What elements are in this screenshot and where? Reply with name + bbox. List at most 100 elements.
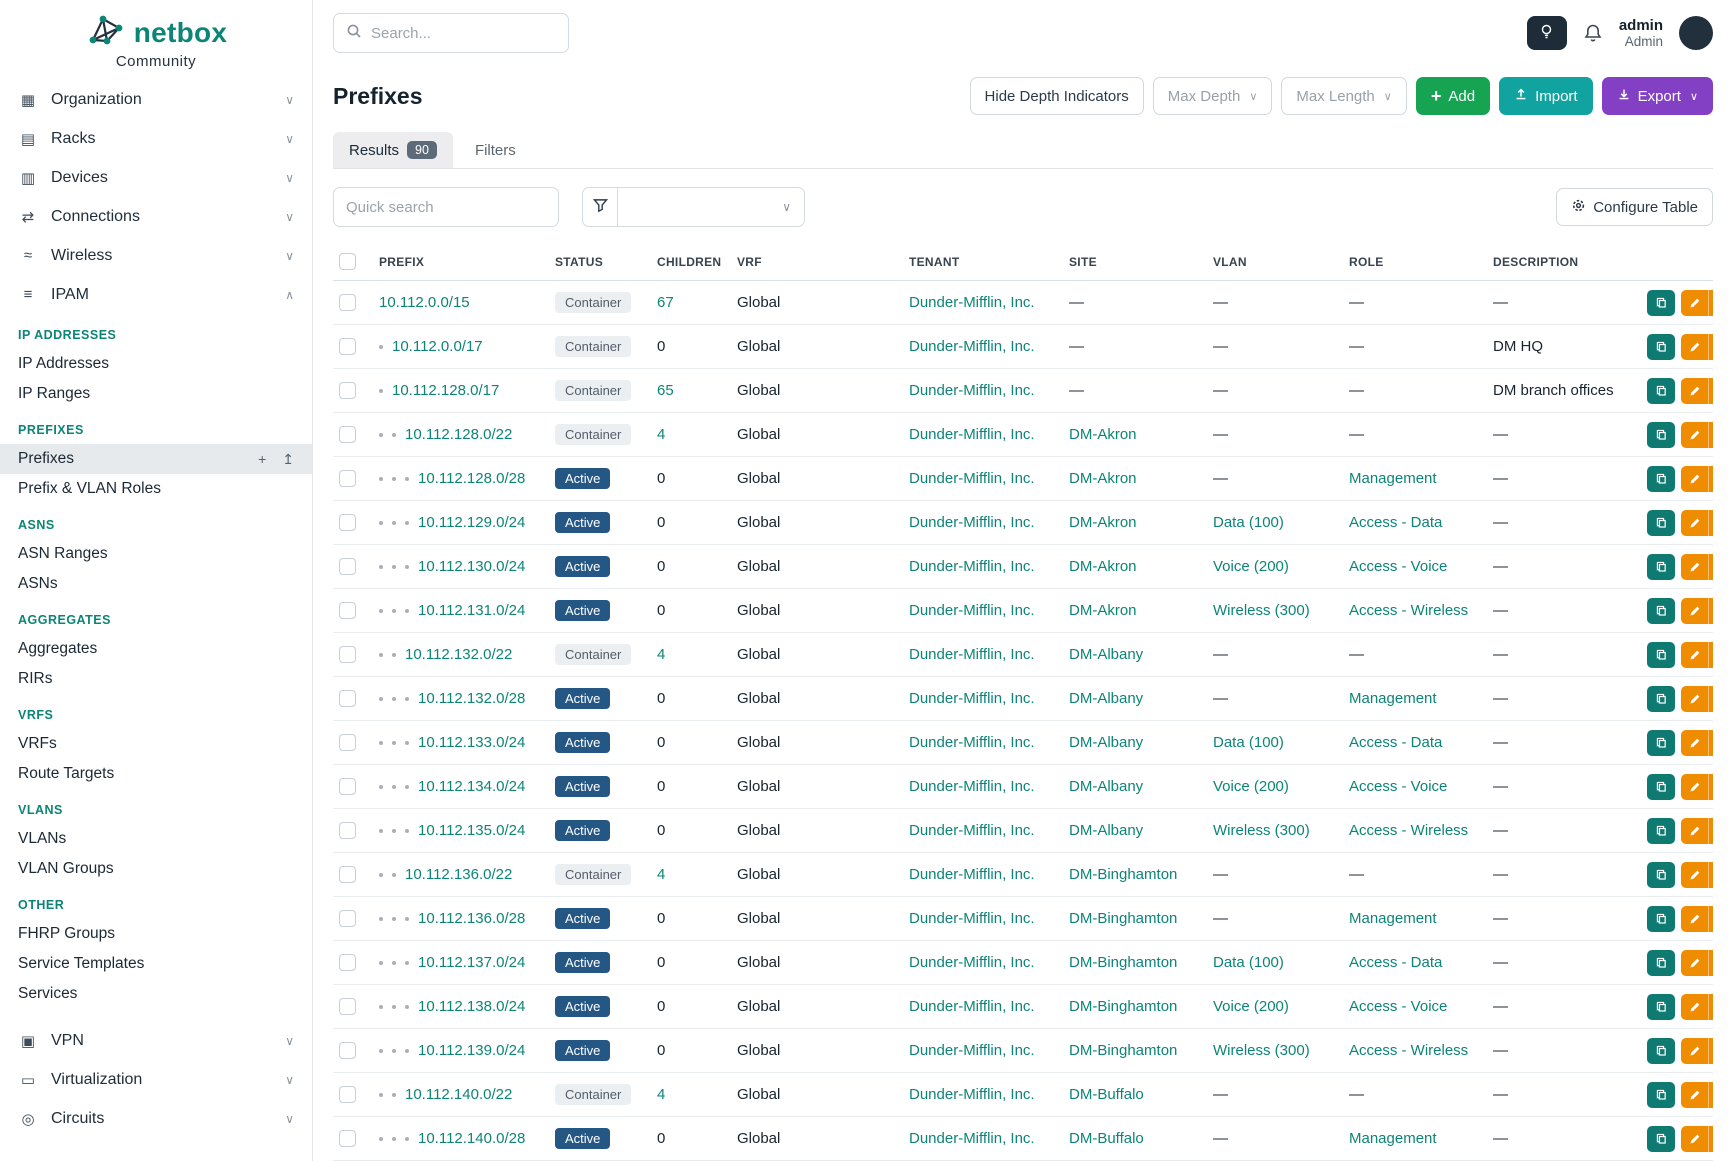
site-link[interactable]: DM-Buffalo	[1069, 1130, 1144, 1147]
edit-dropdown-button[interactable]	[1708, 378, 1713, 404]
hide-depth-indicators-button[interactable]: Hide Depth Indicators	[970, 77, 1144, 115]
tenant-link[interactable]: Dunder-Mifflin, Inc.	[909, 954, 1035, 971]
copy-button[interactable]	[1647, 378, 1675, 404]
tenant-link[interactable]: Dunder-Mifflin, Inc.	[909, 866, 1035, 883]
tenant-link[interactable]: Dunder-Mifflin, Inc.	[909, 690, 1035, 707]
edit-button[interactable]	[1681, 950, 1708, 976]
site-link[interactable]: DM-Albany	[1069, 734, 1143, 751]
col-site[interactable]: SITE	[1061, 243, 1205, 281]
sidebar-item-asns[interactable]: ASNs	[0, 569, 312, 599]
sidebar-item-route-targets[interactable]: Route Targets	[0, 759, 312, 789]
prefix-link[interactable]: 10.112.137.0/24	[418, 954, 525, 971]
edit-dropdown-button[interactable]	[1708, 422, 1713, 448]
row-checkbox[interactable]	[339, 778, 356, 795]
edit-button[interactable]	[1681, 378, 1708, 404]
copy-button[interactable]	[1647, 642, 1675, 668]
col-prefix[interactable]: PREFIX	[371, 243, 547, 281]
prefix-link[interactable]: 10.112.136.0/22	[405, 866, 512, 883]
row-checkbox[interactable]	[339, 954, 356, 971]
sidebar-item-vlan-groups[interactable]: VLAN Groups	[0, 854, 312, 884]
col-tenant[interactable]: TENANT	[901, 243, 1061, 281]
copy-button[interactable]	[1647, 774, 1675, 800]
row-checkbox[interactable]	[339, 470, 356, 487]
tenant-link[interactable]: Dunder-Mifflin, Inc.	[909, 558, 1035, 575]
role-link[interactable]: Access - Voice	[1349, 998, 1447, 1015]
site-link[interactable]: DM-Buffalo	[1069, 1086, 1144, 1103]
row-checkbox[interactable]	[339, 1086, 356, 1103]
quick-import-icon[interactable]: ↥	[282, 451, 294, 468]
row-checkbox[interactable]	[339, 822, 356, 839]
role-link[interactable]: Management	[1349, 690, 1437, 707]
site-link[interactable]: DM-Binghamton	[1069, 866, 1177, 883]
edit-button[interactable]	[1681, 422, 1708, 448]
prefix-link[interactable]: 10.112.132.0/28	[418, 690, 525, 707]
import-button[interactable]: Import	[1499, 77, 1593, 115]
site-link[interactable]: DM-Akron	[1069, 426, 1137, 443]
children-count-link[interactable]: 4	[657, 866, 665, 883]
tenant-link[interactable]: Dunder-Mifflin, Inc.	[909, 1042, 1035, 1059]
col-role[interactable]: ROLE	[1341, 243, 1485, 281]
row-checkbox[interactable]	[339, 910, 356, 927]
sidebar-item-prefix-vlan-roles[interactable]: Prefix & VLAN Roles	[0, 474, 312, 504]
prefix-link[interactable]: 10.112.0.0/15	[379, 294, 470, 311]
vlan-link[interactable]: Wireless (300)	[1213, 1042, 1310, 1059]
sidebar-group-vpn[interactable]: ▣VPN∨	[0, 1021, 312, 1060]
copy-button[interactable]	[1647, 1038, 1675, 1064]
copy-button[interactable]	[1647, 334, 1675, 360]
edit-dropdown-button[interactable]	[1708, 994, 1713, 1020]
edit-button[interactable]	[1681, 510, 1708, 536]
copy-button[interactable]	[1647, 730, 1675, 756]
copy-button[interactable]	[1647, 422, 1675, 448]
edit-button[interactable]	[1681, 686, 1708, 712]
sidebar-item-vrfs[interactable]: VRFs	[0, 729, 312, 759]
edit-dropdown-button[interactable]	[1708, 1082, 1713, 1108]
edit-dropdown-button[interactable]	[1708, 774, 1713, 800]
edit-button[interactable]	[1681, 598, 1708, 624]
role-link[interactable]: Access - Data	[1349, 954, 1442, 971]
role-link[interactable]: Management	[1349, 470, 1437, 487]
site-link[interactable]: DM-Akron	[1069, 558, 1137, 575]
select-all-checkbox[interactable]	[339, 253, 356, 270]
prefix-link[interactable]: 10.112.132.0/22	[405, 646, 512, 663]
site-link[interactable]: DM-Albany	[1069, 778, 1143, 795]
prefix-link[interactable]: 10.112.131.0/24	[418, 602, 525, 619]
vlan-link[interactable]: Voice (200)	[1213, 778, 1289, 795]
prefix-link[interactable]: 10.112.135.0/24	[418, 822, 525, 839]
tenant-link[interactable]: Dunder-Mifflin, Inc.	[909, 822, 1035, 839]
edit-button[interactable]	[1681, 642, 1708, 668]
tenant-link[interactable]: Dunder-Mifflin, Inc.	[909, 646, 1035, 663]
row-checkbox[interactable]	[339, 558, 356, 575]
tenant-link[interactable]: Dunder-Mifflin, Inc.	[909, 602, 1035, 619]
sidebar-group-ipam[interactable]: ≡IPAM∧	[0, 275, 312, 314]
role-link[interactable]: Access - Voice	[1349, 558, 1447, 575]
edit-button[interactable]	[1681, 818, 1708, 844]
col-status[interactable]: STATUS	[547, 243, 649, 281]
row-checkbox[interactable]	[339, 602, 356, 619]
row-checkbox[interactable]	[339, 646, 356, 663]
prefix-link[interactable]: 10.112.139.0/24	[418, 1042, 525, 1059]
edit-button[interactable]	[1681, 774, 1708, 800]
prefix-link[interactable]: 10.112.128.0/28	[418, 470, 525, 487]
edit-button[interactable]	[1681, 994, 1708, 1020]
edit-button[interactable]	[1681, 906, 1708, 932]
sidebar-item-fhrp-groups[interactable]: FHRP Groups	[0, 919, 312, 949]
site-link[interactable]: DM-Albany	[1069, 690, 1143, 707]
copy-button[interactable]	[1647, 906, 1675, 932]
site-link[interactable]: DM-Binghamton	[1069, 998, 1177, 1015]
global-search[interactable]	[333, 13, 569, 53]
brand[interactable]: netbox Community	[0, 12, 312, 70]
sidebar-item-vlans[interactable]: VLANs	[0, 824, 312, 854]
vlan-link[interactable]: Wireless (300)	[1213, 822, 1310, 839]
edit-button[interactable]	[1681, 1038, 1708, 1064]
role-link[interactable]: Management	[1349, 910, 1437, 927]
children-count-link[interactable]: 4	[657, 1086, 665, 1103]
copy-button[interactable]	[1647, 554, 1675, 580]
vlan-link[interactable]: Data (100)	[1213, 514, 1284, 531]
tenant-link[interactable]: Dunder-Mifflin, Inc.	[909, 514, 1035, 531]
col-vlan[interactable]: VLAN	[1205, 243, 1341, 281]
tenant-link[interactable]: Dunder-Mifflin, Inc.	[909, 1130, 1035, 1147]
tab-results[interactable]: Results 90	[333, 132, 453, 168]
prefix-link[interactable]: 10.112.140.0/28	[418, 1130, 525, 1147]
sidebar-item-aggregates[interactable]: Aggregates	[0, 634, 312, 664]
col-vrf[interactable]: VRF	[729, 243, 901, 281]
